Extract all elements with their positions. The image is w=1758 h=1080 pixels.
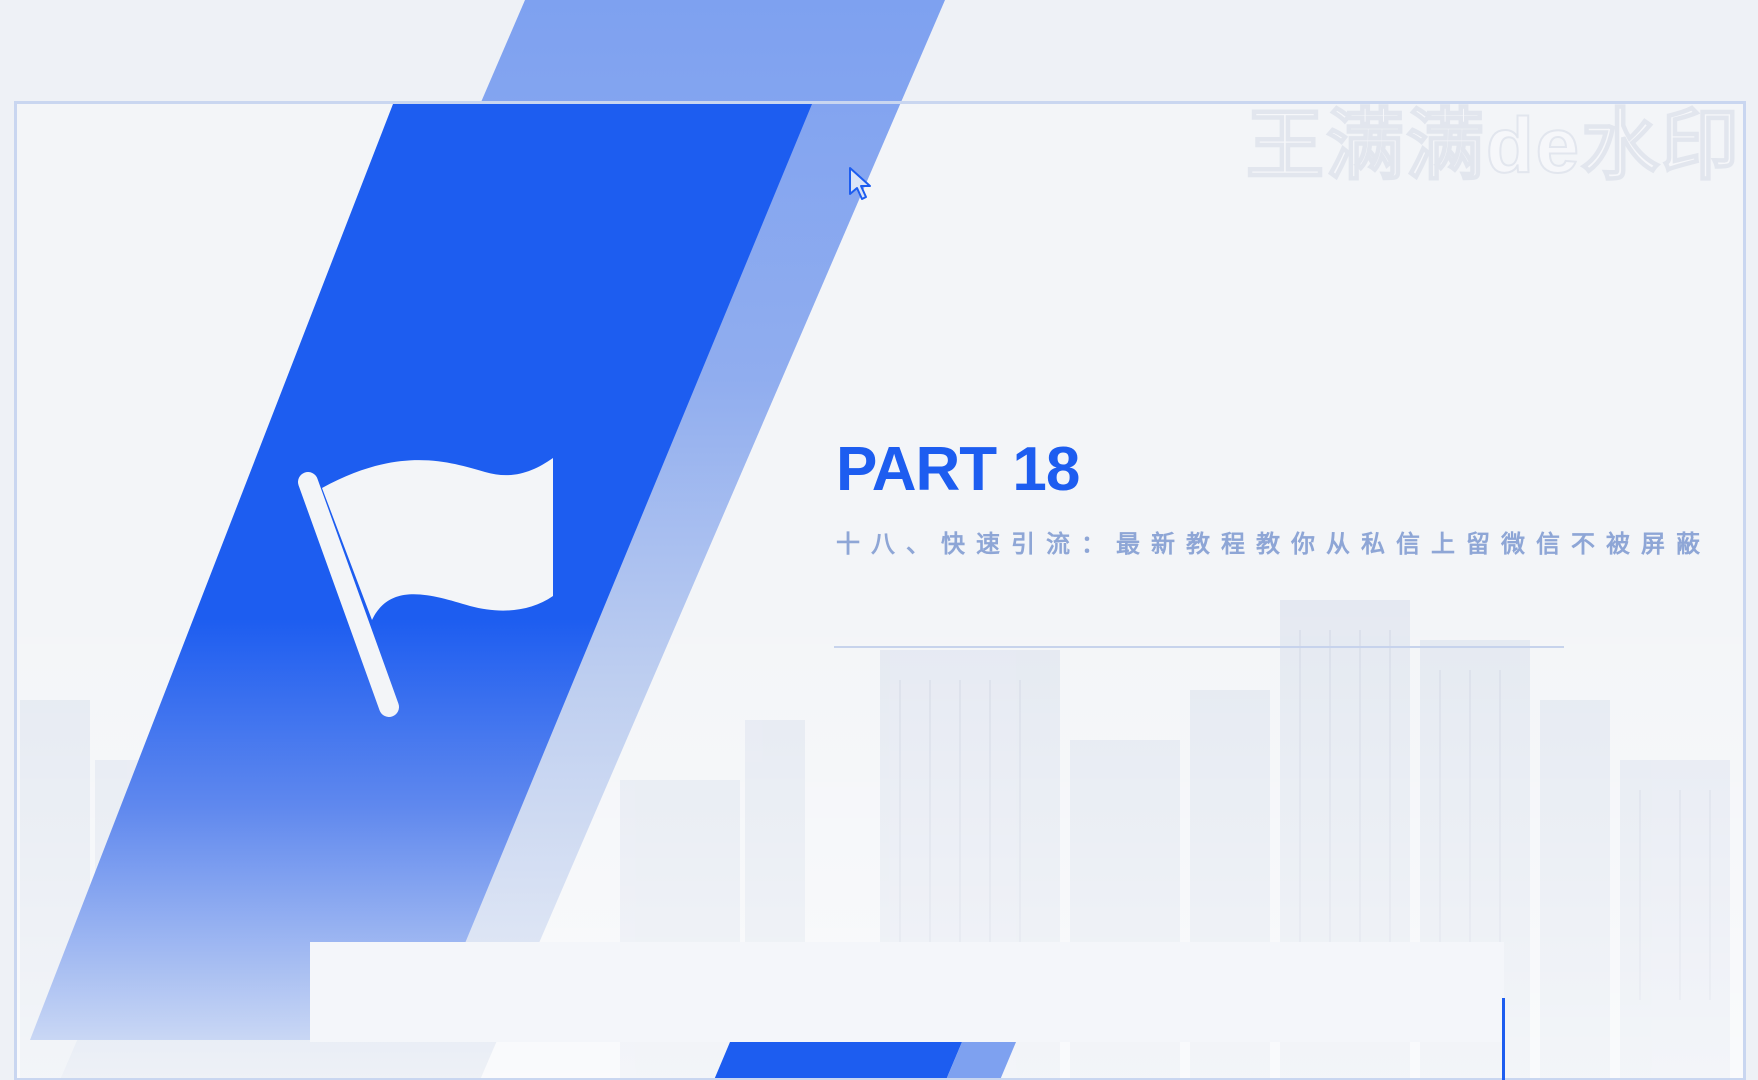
- panel-edge-line: [1502, 998, 1505, 1080]
- watermark-text: 王满满de水印: [1245, 101, 1742, 189]
- part-title: PART 18: [836, 435, 1080, 504]
- title-divider: [834, 646, 1564, 648]
- slide-canvas: 王满满de水印 PART 18 十八、快速引流：最新教程教你从私信上留微信不被屏…: [0, 0, 1758, 1080]
- part-subtitle: 十八、快速引流：最新教程教你从私信上留微信不被屏蔽: [836, 529, 1711, 558]
- bottom-white-panel: [310, 942, 1504, 1042]
- bottom-blue-wedge: [714, 1042, 962, 1080]
